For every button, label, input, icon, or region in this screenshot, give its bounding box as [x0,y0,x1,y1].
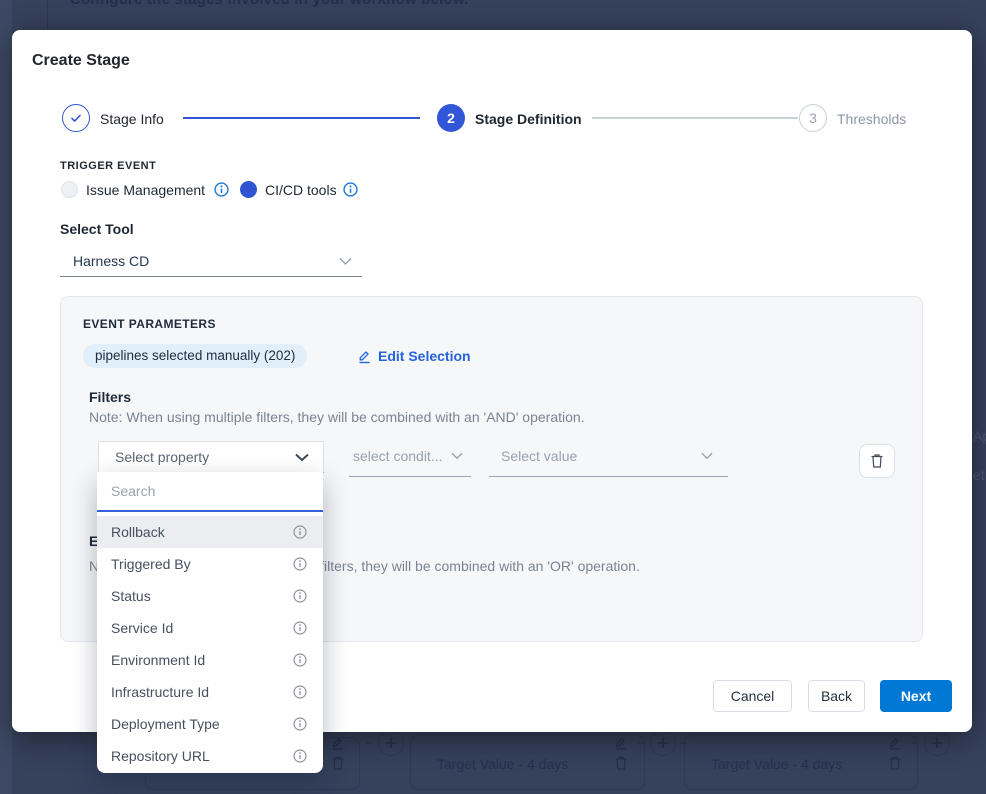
background-text-fragment: et [973,467,985,483]
cancel-button[interactable]: Cancel [713,680,792,712]
edit-icon [330,736,346,750]
info-icon[interactable] [293,557,307,571]
condition-select-underline [349,476,471,477]
background-subtitle: Configure the stages involved in your wo… [70,0,468,8]
search-underline [97,510,323,512]
plus-icon [650,730,676,756]
step-1-indicator[interactable] [62,104,90,132]
step-connector [183,117,420,119]
property-select[interactable]: Select property [98,441,324,473]
select-tool-label: Select Tool [60,221,134,237]
background-card-label: Target Value - 4 days [711,756,842,772]
info-icon[interactable] [214,182,229,197]
step-3-label[interactable]: Thresholds [837,111,906,127]
option-repository-url[interactable]: Repository URL [97,740,323,772]
background-sidebar-strip [0,0,12,794]
tool-select-value[interactable]: Harness CD [73,253,149,269]
check-icon [69,111,83,125]
condition-select[interactable]: select condit... [353,448,443,464]
event-parameters-heading: EVENT PARAMETERS [83,317,216,331]
plus-icon [924,730,950,756]
edit-icon [357,349,372,364]
radio-issue-management[interactable] [61,181,78,198]
background-connector [638,742,645,744]
trigger-event-label: TRIGGER EVENT [60,160,156,172]
delete-filter-button[interactable] [859,444,895,478]
chevron-down-icon [295,453,309,462]
edit-selection-link[interactable]: Edit Selection [357,348,471,364]
property-options-list: Rollback Triggered By Status Service Id … [97,516,323,772]
step-3-indicator[interactable]: 3 [799,104,827,132]
background-card-label: Target Value - 4 days [437,756,568,772]
edit-selection-label: Edit Selection [378,348,471,364]
filters-note: Note: When using multiple filters, they … [89,409,585,425]
radio-cicd-tools-label[interactable]: CI/CD tools [265,182,337,198]
plus-icon [378,730,404,756]
next-button[interactable]: Next [880,680,952,712]
option-environment-id[interactable]: Environment Id [97,644,323,676]
value-select[interactable]: Select value [501,448,577,464]
trash-icon [331,755,345,772]
tool-select-underline [60,276,362,277]
step-2-indicator[interactable]: 2 [437,104,465,132]
option-infrastructure-id[interactable]: Infrastructure Id [97,676,323,708]
background-text-fragment: Ap [973,428,986,444]
background-divider [47,0,48,30]
chevron-down-icon[interactable] [339,257,352,266]
filters-heading: Filters [89,389,131,405]
trash-icon [614,755,628,772]
info-icon[interactable] [293,621,307,635]
radio-cicd-tools[interactable] [240,181,257,198]
info-icon[interactable] [293,749,307,763]
info-icon[interactable] [293,589,307,603]
info-icon[interactable] [293,653,307,667]
info-icon[interactable] [293,525,307,539]
back-button[interactable]: Back [808,680,865,712]
radio-issue-management-label[interactable]: Issue Management [86,182,205,198]
option-deployment-type[interactable]: Deployment Type [97,708,323,740]
edit-icon [887,736,903,750]
property-select-placeholder: Select property [115,449,209,465]
edit-icon [613,736,629,750]
trash-icon [870,453,884,469]
value-select-underline [489,476,728,477]
info-icon[interactable] [293,685,307,699]
search-input[interactable] [97,472,323,510]
background-connector [912,742,919,744]
chevron-down-icon[interactable] [701,452,713,460]
property-dropdown-panel: Rollback Triggered By Status Service Id … [97,472,323,773]
option-status[interactable]: Status [97,580,323,612]
option-triggered-by[interactable]: Triggered By [97,548,323,580]
step-connector [592,117,798,119]
modal-title: Create Stage [32,52,130,70]
trash-icon [888,755,902,772]
option-service-id[interactable]: Service Id [97,612,323,644]
info-icon[interactable] [293,717,307,731]
option-rollback[interactable]: Rollback [97,516,323,548]
background-connector [366,742,373,744]
chevron-down-icon[interactable] [451,452,463,460]
step-1-label[interactable]: Stage Info [100,111,164,127]
screen: Configure the stages involved in your wo… [0,0,986,794]
step-2-label[interactable]: Stage Definition [475,111,582,127]
info-icon[interactable] [343,182,358,197]
selection-badge: pipelines selected manually (202) [83,344,307,368]
